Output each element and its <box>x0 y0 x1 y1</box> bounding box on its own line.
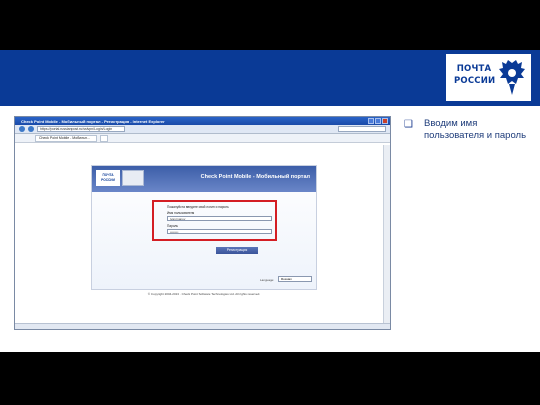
portal-title: Check Point Mobile - Мобильный портал <box>200 174 310 180</box>
browser-screenshot: Check Point Mobile - Мобильный портал - … <box>14 116 391 330</box>
browser-viewport: ПОЧТА РОССИИ Check Point Mobile - Мобиль… <box>15 145 385 329</box>
url-field[interactable]: https://portal.russianpost.ru/sslvpn/Log… <box>37 126 125 132</box>
scrollbar[interactable] <box>383 145 390 329</box>
username-label: Имя пользователя <box>167 211 195 215</box>
copyright-text: © Copyright 2004-2013 · Check Point Soft… <box>147 292 261 296</box>
portal-header: ПОЧТА РОССИИ Check Point Mobile - Мобиль… <box>92 166 316 192</box>
logo-text-line2: РОССИИ <box>454 76 496 86</box>
register-button[interactable]: Регистрация <box>216 247 258 254</box>
portal-logo: ПОЧТА РОССИИ <box>96 170 120 186</box>
forward-icon[interactable] <box>28 126 34 132</box>
status-bar <box>15 323 390 329</box>
browser-title: Check Point Mobile - Мобильный портал - … <box>21 118 165 124</box>
russian-post-logo: ПОЧТА РОССИИ <box>446 54 531 101</box>
login-form-highlight: Пожалуйста введите свой логин и пароль И… <box>152 200 277 241</box>
browser-titlebar: Check Point Mobile - Мобильный портал - … <box>15 117 390 125</box>
language-label: Language: <box>260 278 275 282</box>
window-controls <box>368 118 388 124</box>
minimize-icon[interactable] <box>368 118 374 124</box>
language-select[interactable]: Russian <box>278 276 312 282</box>
portal-panel: ПОЧТА РОССИИ Check Point Mobile - Мобиль… <box>91 165 317 290</box>
address-bar: https://portal.russianpost.ru/sslvpn/Log… <box>15 125 390 134</box>
portal-emblem <box>122 170 144 186</box>
slide: ПОЧТА РОССИИ Check Point Mobile - Мобиль… <box>0 0 540 405</box>
username-field[interactable]: Ivan.Ivanov <box>167 216 272 221</box>
search-input[interactable] <box>338 126 386 132</box>
browser-tab[interactable]: Check Point Mobile - Мобильн... <box>35 134 97 142</box>
back-icon[interactable] <box>19 126 25 132</box>
logo-text-line1: ПОЧТА <box>456 64 492 74</box>
bullet-icon: ❑ <box>404 119 413 130</box>
new-tab-button[interactable] <box>100 134 108 142</box>
caption-text: Вводим имя пользователя и пароль <box>424 118 527 141</box>
close-icon[interactable] <box>382 118 388 124</box>
portal-logo-line2: РОССИИ <box>101 178 115 182</box>
tab-bar: Check Point Mobile - Мобильн... <box>15 134 390 143</box>
logo-text: ПОЧТА РОССИИ <box>454 63 496 87</box>
password-field[interactable]: •••••••• <box>167 229 272 234</box>
eagle-emblem-icon <box>499 60 525 95</box>
password-label: Пароль <box>167 224 179 228</box>
maximize-icon[interactable] <box>375 118 381 124</box>
form-heading: Пожалуйста введите свой логин и пароль <box>167 205 229 209</box>
